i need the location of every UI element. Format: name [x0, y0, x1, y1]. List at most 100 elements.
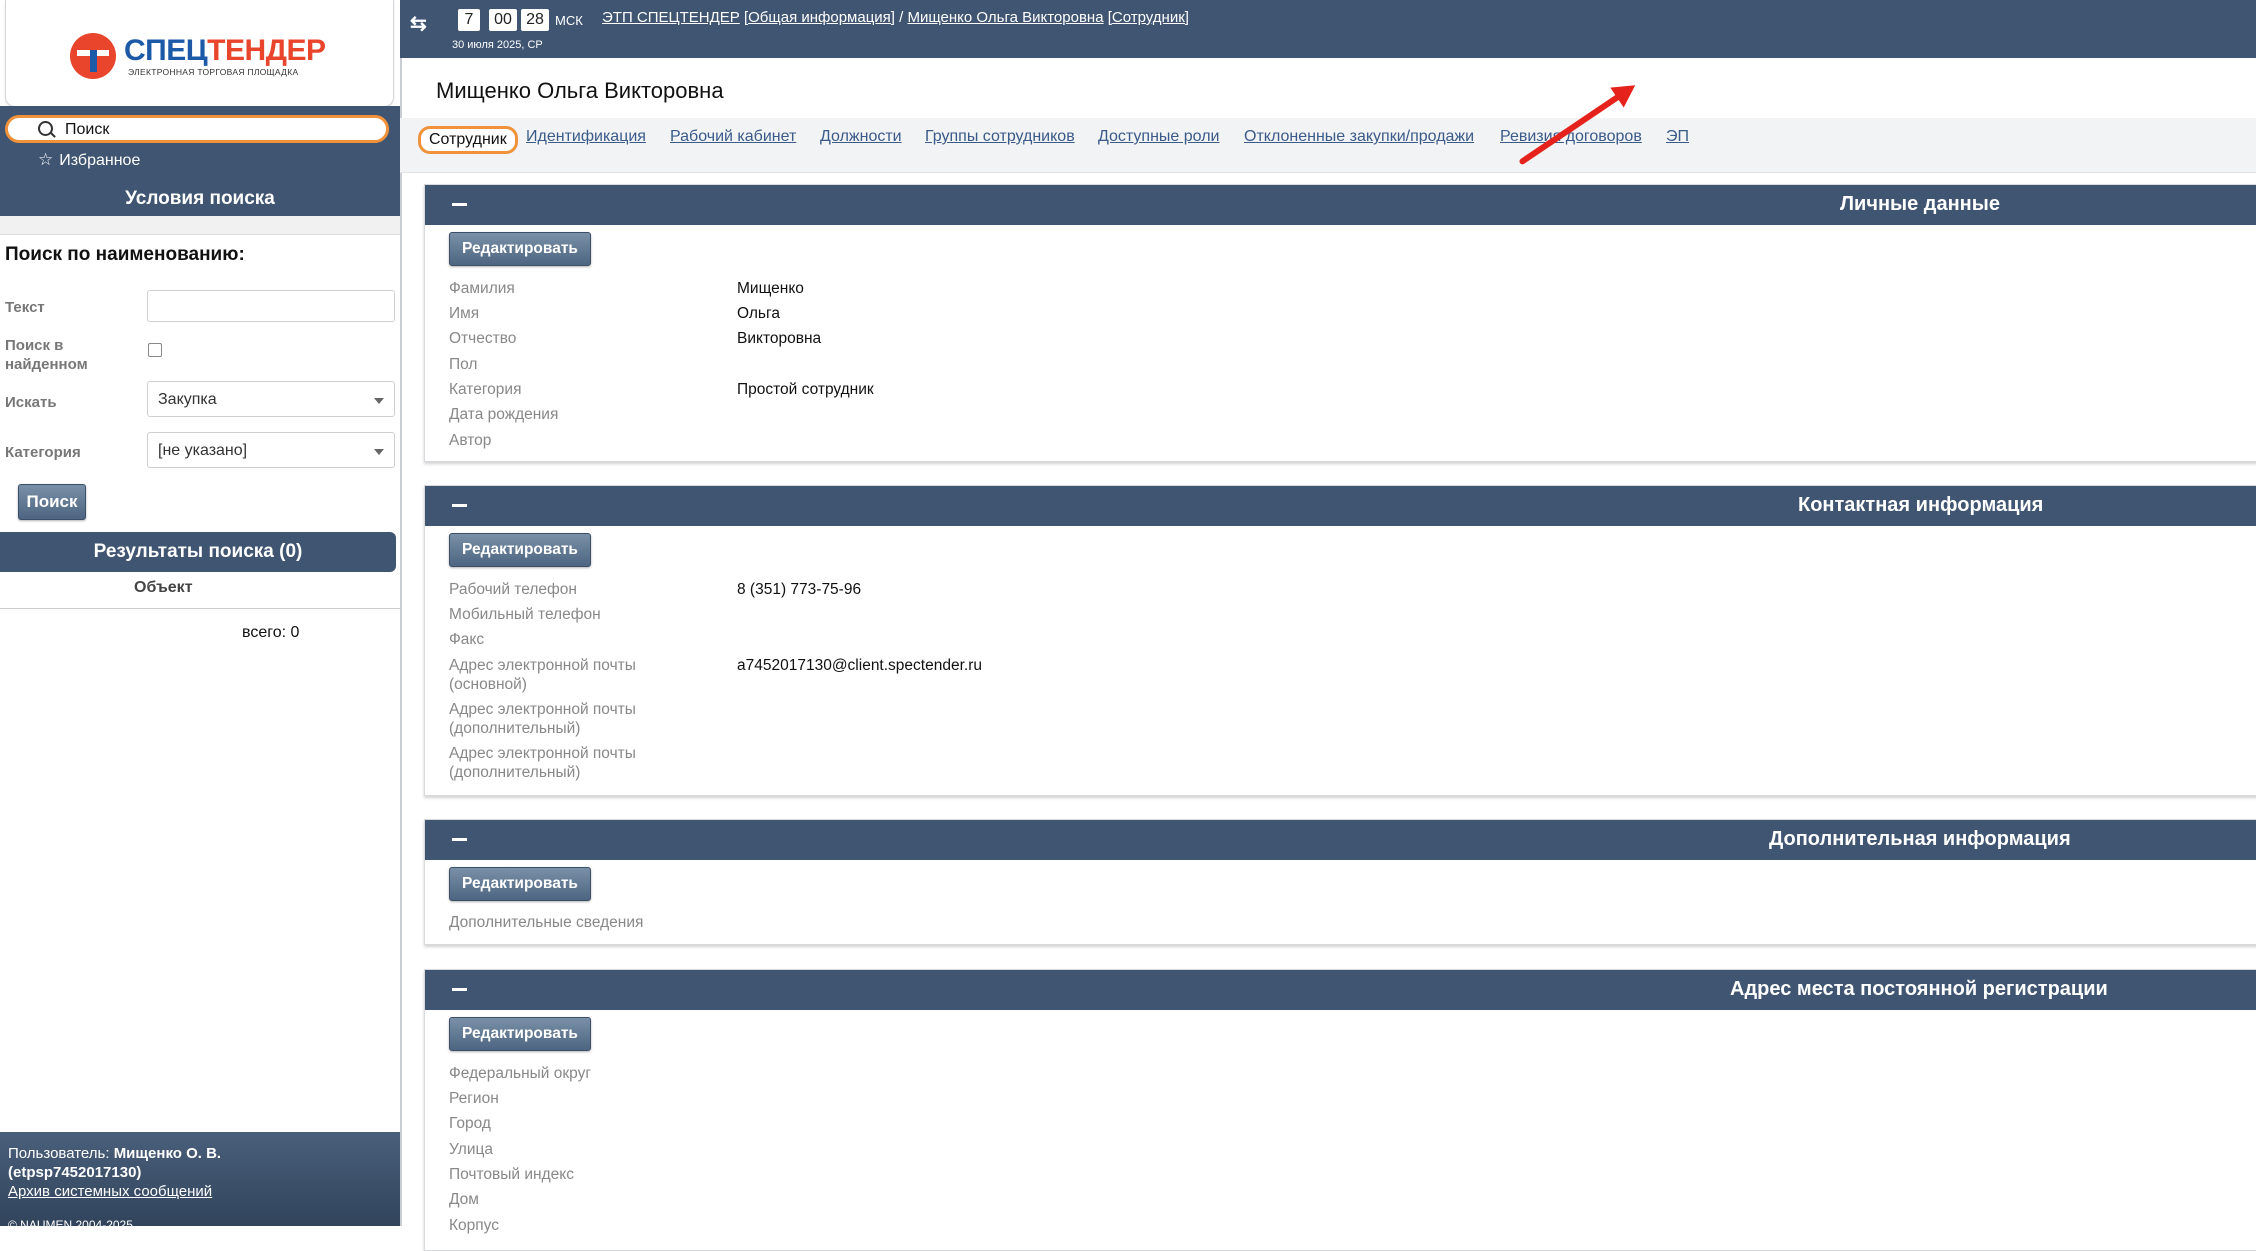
edit-button[interactable]: Редактировать [449, 533, 591, 567]
category-value: [не указано] [158, 442, 248, 459]
field-label: Дата рождения [449, 406, 559, 423]
search-for-value: Закупка [158, 391, 217, 408]
search-for-select[interactable]: Закупка [147, 381, 395, 417]
breadcrumb-employee[interactable]: [Сотрудник] [1108, 9, 1189, 26]
edit-button[interactable]: Редактировать [449, 232, 591, 266]
contact-info-panel: Контактная информация Редактировать Рабо… [424, 485, 2256, 796]
field-label: Дополнительные сведения [449, 914, 644, 931]
panel-title: Дополнительная информация [1769, 828, 2071, 850]
tab-workspace[interactable]: Рабочий кабинет [670, 128, 796, 146]
edit-button[interactable]: Редактировать [449, 867, 591, 901]
personal-data-panel: Личные данные Редактировать Фамилия Мище… [424, 184, 2256, 462]
search-for-label: Искать [5, 394, 57, 411]
sidebar-favorites-link[interactable]: ☆ Избранное [38, 150, 140, 170]
contact-info-header[interactable]: Контактная информация [425, 486, 2256, 526]
chevron-down-icon [374, 449, 384, 455]
text-input[interactable] [147, 290, 395, 322]
toggle-sidebar-icon[interactable]: ⇆ [410, 11, 427, 36]
tab-employee-groups[interactable]: Группы сотрудников [925, 128, 1075, 146]
field-label: Факс [449, 631, 485, 648]
breadcrumb: ЭТП СПЕЦТЕНДЕР [Общая информация] / Мище… [602, 9, 1189, 26]
breadcrumb-employee-name[interactable]: Мищенко Ольга Викторовна [907, 9, 1103, 26]
collapse-icon[interactable] [452, 203, 467, 206]
results-table-header: Объект [0, 572, 400, 609]
logo-mark-icon [70, 33, 116, 79]
breadcrumb-separator: / [894, 9, 908, 26]
current-date: 30 июля 2025, СР [452, 39, 543, 51]
field-label: Адрес электронной почты (дополнительный) [449, 745, 636, 781]
sidebar-search-label: Поиск [65, 121, 110, 138]
collapse-icon[interactable] [452, 838, 467, 841]
field-label: Имя [449, 305, 480, 322]
field-label: Автор [449, 432, 492, 449]
field-value: Простой сотрудник [737, 381, 874, 398]
field-label: Отчество [449, 330, 517, 347]
tab-employee[interactable]: Сотрудник [418, 126, 518, 154]
panel-title: Адрес места постоянной регистрации [1730, 978, 2108, 1000]
search-button[interactable]: Поиск [18, 484, 86, 520]
field-label: Мобильный телефон [449, 606, 601, 623]
current-user: Пользователь: Мищенко О. В. (etpsp7452017… [8, 1145, 222, 1181]
system-messages-archive-link[interactable]: Архив системных сообщений [8, 1183, 212, 1200]
breadcrumb-etp[interactable]: ЭТП СПЕЦТЕНДЕР [602, 9, 740, 26]
field-label: Пол [449, 356, 478, 373]
tab-ep[interactable]: ЭП [1666, 128, 1689, 146]
category-select[interactable]: [не указано] [147, 432, 395, 468]
logo-subtitle: ЭЛЕКТРОННАЯ ТОРГОВАЯ ПЛОЩАДКА [128, 67, 299, 77]
search-in-found-checkbox[interactable] [148, 343, 162, 357]
tab-available-roles[interactable]: Доступные роли [1098, 128, 1219, 146]
timezone-label: МСК [555, 13, 583, 28]
panel-title: Личные данные [1840, 193, 2000, 215]
search-in-found-label: Поиск в найденном [5, 337, 88, 373]
field-label: Рабочий телефон [449, 581, 577, 598]
text-field-label: Текст [5, 299, 45, 316]
additional-info-header[interactable]: Дополнительная информация [425, 820, 2256, 860]
field-label: Улица [449, 1141, 494, 1158]
name-search-title: Поиск по наименованию: [5, 244, 245, 265]
sidebar-search-link[interactable]: Поиск [5, 115, 389, 143]
clock-seconds: 28 [521, 9, 549, 31]
clock-minutes: 00 [489, 9, 517, 31]
search-icon [38, 121, 53, 136]
search-conditions-strip [0, 216, 400, 235]
tab-positions[interactable]: Должности [820, 128, 902, 146]
results-total: всего: 0 [242, 624, 300, 641]
results-column-object[interactable]: Объект [134, 579, 193, 597]
field-label: Адрес электронной почты (основной) [449, 657, 636, 693]
tab-rejected-purchases[interactable]: Отклоненные закупки/продажи [1244, 128, 1474, 146]
personal-data-header[interactable]: Личные данные [425, 185, 2256, 225]
page-title: Мищенко Ольга Викторовна [436, 78, 724, 103]
panel-title: Контактная информация [1798, 494, 2044, 516]
registration-address-header[interactable]: Адрес места постоянной регистрации [425, 970, 2256, 1010]
field-value: 8 (351) 773-75-96 [737, 581, 862, 598]
breadcrumb-general-info[interactable]: [Общая информация] [744, 9, 895, 26]
field-value: a7452017130@client.spectender.ru [737, 657, 982, 674]
field-label: Регион [449, 1090, 499, 1107]
field-label: Федеральный округ [449, 1065, 592, 1082]
search-results-header: Результаты поиска (0) [0, 532, 396, 572]
field-value: Викторовна [737, 330, 822, 347]
field-value: Мищенко [737, 280, 804, 297]
sidebar: СПЕЦТЕНДЕР ЭЛЕКТРОННАЯ ТОРГОВАЯ ПЛОЩАДКА… [0, 0, 402, 1232]
collapse-icon[interactable] [452, 988, 467, 991]
field-label: Адрес электронной почты (дополнительный) [449, 701, 636, 737]
star-icon: ☆ [38, 150, 54, 169]
logo[interactable]: СПЕЦТЕНДЕР ЭЛЕКТРОННАЯ ТОРГОВАЯ ПЛОЩАДКА [5, 0, 394, 107]
category-label: Категория [5, 444, 81, 461]
field-value: Ольга [737, 305, 780, 322]
clock-hours: 7 [458, 9, 480, 31]
favorites-label: Избранное [59, 152, 141, 169]
search-conditions-header: Условия поиска [0, 182, 400, 216]
collapse-icon[interactable] [452, 504, 467, 507]
additional-info-panel: Дополнительная информация Редактировать … [424, 819, 2256, 945]
field-label: Город [449, 1115, 491, 1132]
registration-address-panel: Адрес места постоянной регистрации Редак… [424, 969, 2256, 1251]
field-label: Категория [449, 381, 522, 398]
field-label: Фамилия [449, 280, 515, 297]
logo-name: СПЕЦТЕНДЕР [124, 34, 326, 67]
chevron-down-icon [374, 398, 384, 404]
field-label: Почтовый индекс [449, 1166, 574, 1183]
edit-button[interactable]: Редактировать [449, 1017, 591, 1051]
copyright: © NAUMEN 2004-2025 [8, 1218, 133, 1232]
tab-identification[interactable]: Идентификация [526, 128, 646, 146]
